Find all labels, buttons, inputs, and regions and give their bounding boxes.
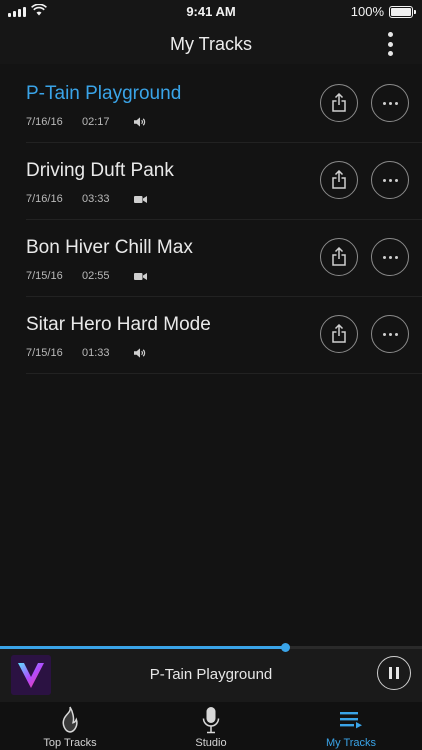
track-meta: 7/15/16 02:55 <box>26 270 147 282</box>
page-title: My Tracks <box>169 34 252 54</box>
track-name[interactable]: P-Tain Playground <box>26 83 181 105</box>
share-button[interactable] <box>320 315 358 353</box>
track-date: 7/16/16 <box>26 116 63 128</box>
track-row[interactable]: Bon Hiver Chill Max 7/15/16 02:55 <box>26 220 422 297</box>
track-name[interactable]: Bon Hiver Chill Max <box>26 237 193 259</box>
share-button[interactable] <box>320 161 358 199</box>
track-duration: 02:17 <box>82 116 110 128</box>
track-row[interactable]: P-Tain Playground 7/16/16 02:17 <box>26 66 422 143</box>
track-row[interactable]: Sitar Hero Hard Mode 7/15/16 01:33 <box>26 297 422 374</box>
video-camera-icon <box>134 195 147 204</box>
speaker-icon <box>134 117 146 127</box>
share-icon <box>332 324 346 343</box>
track-meta: 7/16/16 02:17 <box>26 116 146 128</box>
flame-icon <box>0 706 140 734</box>
track-list: P-Tain Playground 7/16/16 02:17 Driving … <box>0 66 422 374</box>
microphone-icon <box>141 706 281 734</box>
kebab-menu-icon[interactable] <box>386 32 394 56</box>
track-duration: 01:33 <box>82 347 110 359</box>
tab-label: My Tracks <box>325 737 377 749</box>
tab-label: Top Tracks <box>43 737 97 749</box>
tab-label: Studio <box>195 737 227 749</box>
tab-bar: Top Tracks Studio My Tracks <box>0 702 422 750</box>
share-button[interactable] <box>320 84 358 122</box>
track-date: 7/16/16 <box>26 193 63 205</box>
track-name[interactable]: Driving Duft Pank <box>26 160 174 182</box>
ellipsis-icon <box>382 178 398 182</box>
track-date: 7/15/16 <box>26 270 63 282</box>
speaker-icon <box>134 348 146 358</box>
track-duration: 02:55 <box>82 270 110 282</box>
playback-progress-fill <box>0 646 285 649</box>
more-options-button[interactable] <box>371 238 409 276</box>
track-name[interactable]: Sitar Hero Hard Mode <box>26 314 211 336</box>
navigation-bar: My Tracks <box>0 24 422 64</box>
more-options-button[interactable] <box>371 161 409 199</box>
pause-button[interactable] <box>377 656 411 690</box>
ellipsis-icon <box>382 101 398 105</box>
status-bar: 9:41 AM 100% <box>0 0 422 24</box>
share-icon <box>332 247 346 266</box>
battery-icon <box>389 6 416 18</box>
track-meta: 7/16/16 03:33 <box>26 193 147 205</box>
playback-progress-bar[interactable] <box>0 643 422 652</box>
tab-my-tracks[interactable]: My Tracks <box>281 702 421 750</box>
share-icon <box>332 93 346 112</box>
ellipsis-icon <box>382 255 398 259</box>
playback-scrubber-handle[interactable] <box>280 643 290 652</box>
track-row[interactable]: Driving Duft Pank 7/16/16 03:33 <box>26 143 422 220</box>
mini-player[interactable]: P-Tain Playground <box>0 643 422 702</box>
track-duration: 03:33 <box>82 193 110 205</box>
share-icon <box>332 170 346 189</box>
tab-top-tracks[interactable]: Top Tracks <box>0 702 140 750</box>
now-playing-title: P-Tain Playground <box>149 666 273 683</box>
battery-percent: 100% <box>350 4 384 19</box>
more-options-button[interactable] <box>371 315 409 353</box>
track-date: 7/15/16 <box>26 347 63 359</box>
pause-icon <box>389 667 392 679</box>
more-options-button[interactable] <box>371 84 409 122</box>
video-camera-icon <box>134 272 147 281</box>
tab-studio[interactable]: Studio <box>141 702 281 750</box>
share-button[interactable] <box>320 238 358 276</box>
playlist-icon <box>281 706 421 734</box>
ellipsis-icon <box>382 332 398 336</box>
track-meta: 7/15/16 01:33 <box>26 347 146 359</box>
